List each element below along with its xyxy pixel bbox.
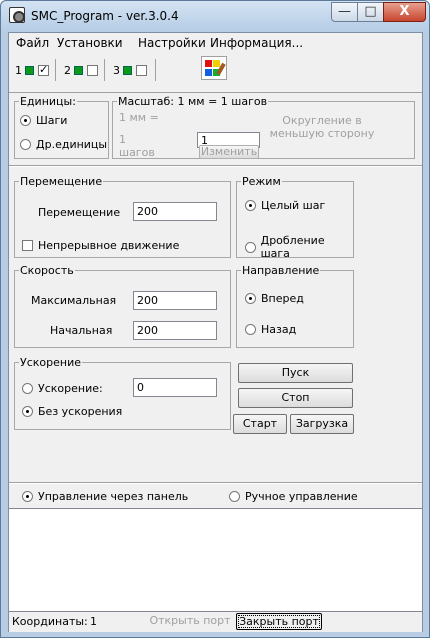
scale-one-label: 1 — [119, 133, 126, 146]
accel-legend: Ускорение — [19, 356, 82, 369]
app-window: SMC_Program - ver.3.0.4 — □ X Файл Устан… — [0, 0, 430, 638]
motor-3-group[interactable]: 3 — [110, 59, 156, 81]
rounding-label: Округление в меньшую сторону — [269, 114, 375, 140]
load-button[interactable]: Загрузка — [290, 414, 354, 434]
mode-microstep-radio[interactable]: Дробление шага — [245, 234, 353, 260]
start-speed-input[interactable]: 200 — [133, 321, 217, 340]
accel-input[interactable]: 0 — [133, 378, 217, 397]
scale-legend: Масштаб: 1 мм = 1 шагов — [117, 95, 269, 108]
mode-group: Режим Целый шаг Дробление шага — [236, 175, 354, 260]
units-other-radio[interactable]: Др.единицы — [20, 138, 107, 151]
motor-2-group[interactable]: 2 — [61, 59, 105, 81]
close-port-button[interactable]: Закрыть порт — [236, 613, 322, 630]
coords-value: 1 — [90, 615, 97, 628]
scale-steps-label: шагов — [119, 146, 155, 159]
window-title: SMC_Program - ver.3.0.4 — [31, 9, 179, 23]
motor-3-checkbox[interactable] — [136, 64, 147, 76]
units-steps-radio[interactable]: Шаги — [20, 114, 67, 127]
minimize-button[interactable]: — — [331, 2, 358, 22]
status-bar: Координаты: 1 Открыть порт Закрыть порт — [9, 612, 422, 632]
log-area[interactable] — [9, 508, 422, 612]
manual-control-radio[interactable]: Ручное управление — [229, 490, 358, 503]
direction-group: Направление Вперед Назад — [236, 264, 354, 348]
divider — [9, 165, 422, 167]
direction-back-radio[interactable]: Назад — [245, 323, 296, 336]
maximize-button[interactable]: □ — [357, 2, 384, 22]
continuous-checkbox[interactable]: Непрерывное движение — [22, 239, 179, 252]
palette-icon[interactable] — [201, 56, 227, 80]
motor-3-number: 3 — [113, 63, 120, 77]
coords-label: Координаты: — [12, 615, 88, 628]
max-speed-label: Максимальная — [31, 294, 117, 307]
scale-mm-label: 1 мм = — [119, 111, 159, 124]
start-button[interactable]: Старт — [233, 414, 287, 434]
run-button[interactable]: Пуск — [238, 363, 353, 383]
units-legend: Единицы: — [19, 95, 77, 108]
mode-legend: Режим — [241, 175, 282, 188]
motor-1-indicator-icon — [25, 65, 34, 75]
title-bar[interactable]: SMC_Program - ver.3.0.4 — □ X — [1, 1, 429, 31]
speed-group: Скорость Максимальная 200 Начальная 200 — [14, 264, 231, 348]
direction-legend: Направление — [241, 264, 321, 277]
move-group: Перемещение Перемещение 200 Непрерывное … — [14, 175, 231, 258]
move-legend: Перемещение — [19, 175, 104, 188]
move-input[interactable]: 200 — [133, 202, 217, 221]
toolbar: 1 2 3 — [9, 53, 422, 93]
motor-1-checkbox[interactable] — [38, 63, 49, 76]
scale-group: Масштаб: 1 мм = 1 шагов 1 мм = 1 шагов 1… — [112, 95, 415, 159]
menu-file[interactable]: Файл — [16, 36, 49, 50]
no-accel-radio[interactable]: Без ускорения — [22, 405, 122, 418]
units-group: Единицы: Шаги Др.единицы — [14, 95, 109, 159]
accel-group: Ускорение Ускорение: 0 Без ускорения — [14, 356, 231, 430]
stop-button[interactable]: Стоп — [238, 388, 353, 408]
motor-3-indicator-icon — [123, 65, 132, 75]
change-scale-button[interactable]: Изменить — [199, 145, 259, 159]
control-panel-radio[interactable]: Управление через панель — [22, 490, 188, 503]
mode-full-step-radio[interactable]: Целый шаг — [245, 199, 325, 212]
menu-bar: Файл Установки Настройки Информация... — [9, 33, 422, 53]
menu-settings[interactable]: Настройки — [138, 36, 206, 50]
open-port-button[interactable]: Открыть порт — [147, 613, 233, 630]
start-speed-label: Начальная — [50, 324, 113, 337]
divider-control — [9, 482, 422, 484]
client-area: Файл Установки Настройки Информация... 1… — [8, 32, 423, 632]
direction-forward-radio[interactable]: Вперед — [245, 292, 304, 305]
motor-1-number: 1 — [15, 63, 22, 77]
close-button[interactable]: X — [383, 2, 426, 22]
app-icon[interactable] — [9, 7, 25, 23]
max-speed-input[interactable]: 200 — [133, 291, 217, 310]
motor-2-indicator-icon — [74, 65, 83, 75]
speed-legend: Скорость — [19, 264, 75, 277]
move-label: Перемещение — [38, 206, 121, 219]
motor-2-number: 2 — [64, 63, 71, 77]
menu-settings-install[interactable]: Установки — [57, 36, 123, 50]
accel-radio[interactable]: Ускорение: — [22, 382, 103, 395]
motor-2-checkbox[interactable] — [87, 64, 98, 76]
motor-1-group[interactable]: 1 — [12, 59, 56, 81]
menu-info[interactable]: Информация... — [210, 36, 303, 50]
